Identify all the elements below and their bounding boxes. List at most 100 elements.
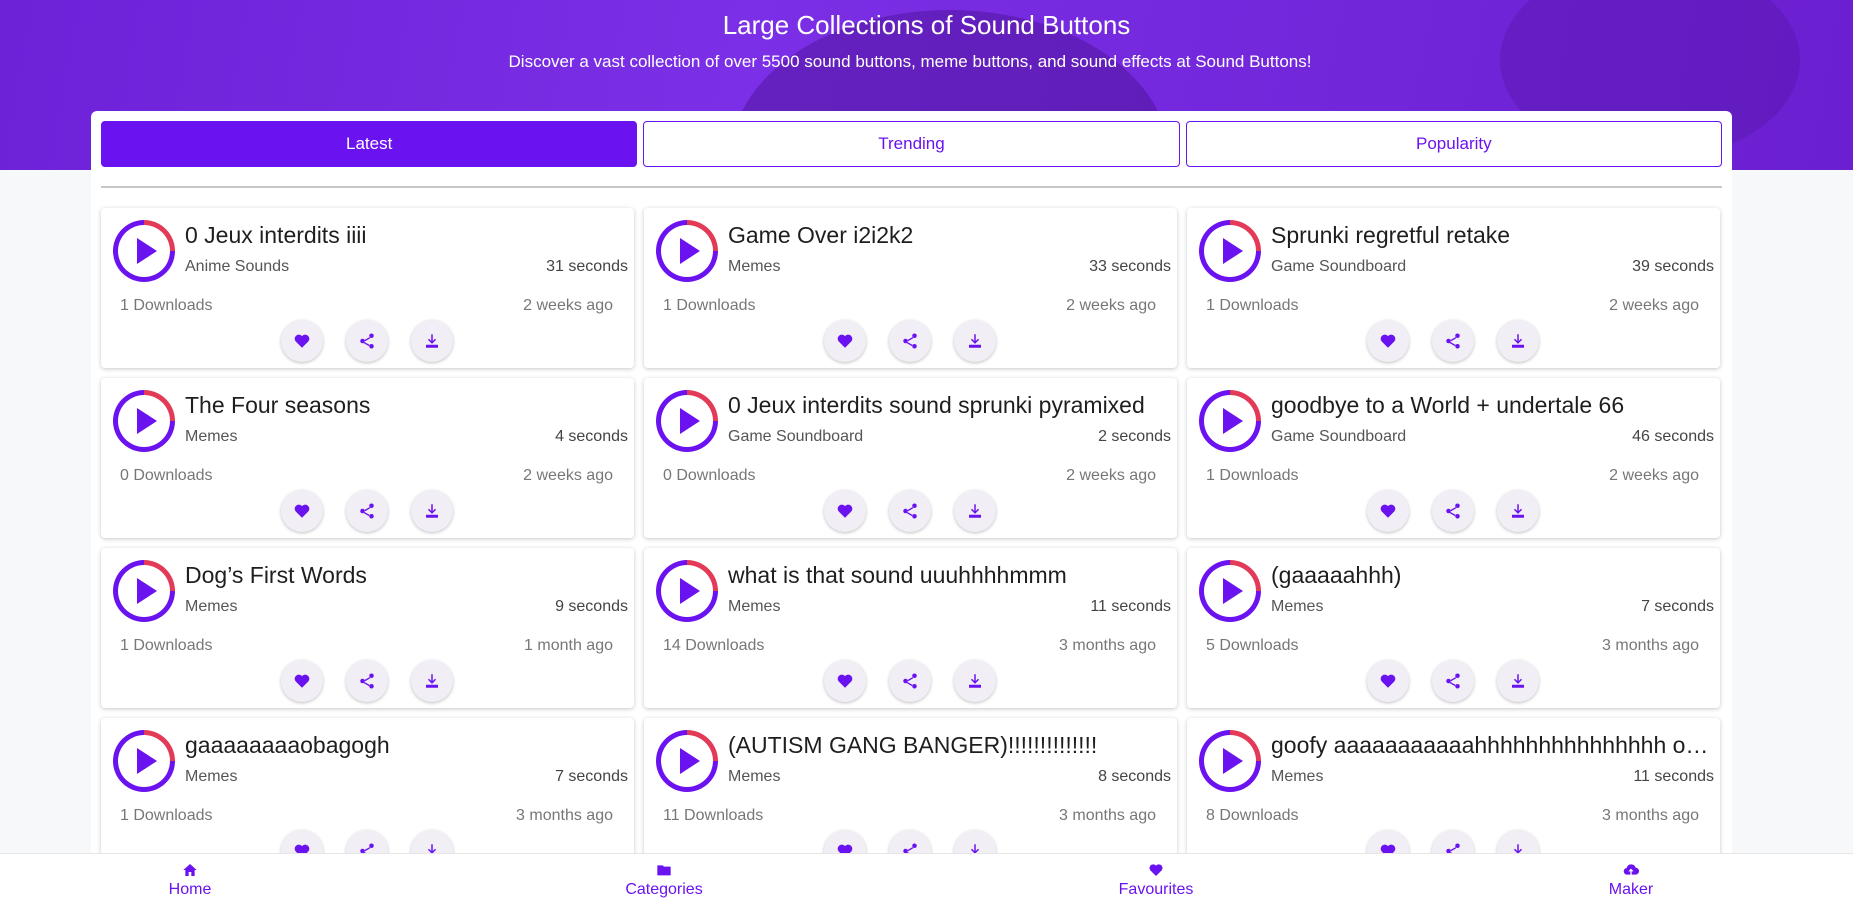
download-icon — [1512, 674, 1524, 688]
favourite-button[interactable] — [824, 490, 866, 532]
play-icon — [679, 578, 700, 604]
play-button[interactable] — [656, 730, 718, 792]
nav-maker[interactable]: Maker — [1561, 862, 1701, 899]
play-button[interactable] — [656, 220, 718, 282]
sound-category[interactable]: Memes — [185, 598, 237, 616]
card-actions — [281, 320, 453, 362]
share-button[interactable] — [346, 660, 388, 702]
sound-grid: 0 Jeux interdits iiii Anime Sounds 31 seco… — [101, 208, 1722, 878]
favourite-button[interactable] — [1367, 490, 1409, 532]
download-button[interactable] — [411, 490, 453, 532]
share-button[interactable] — [889, 660, 931, 702]
favourite-button[interactable] — [824, 320, 866, 362]
play-button[interactable] — [1199, 560, 1261, 622]
sound-title[interactable]: Game Over i2i2k2 — [728, 222, 1168, 249]
download-count: 8 Downloads — [1206, 807, 1299, 824]
sound-title[interactable]: (AUTISM GANG BANGER)!!!!!!!!!!!!!! — [728, 732, 1168, 759]
sound-title[interactable]: Dog’s First Words — [185, 562, 625, 589]
share-button[interactable] — [889, 320, 931, 362]
heart-icon — [1380, 504, 1396, 518]
play-icon — [136, 408, 157, 434]
favourite-button[interactable] — [281, 320, 323, 362]
share-button[interactable] — [1432, 320, 1474, 362]
sound-title[interactable]: 0 Jeux interdits iiii — [185, 222, 625, 249]
sound-title[interactable]: The Four seasons — [185, 392, 625, 419]
sound-category[interactable]: Anime Sounds — [185, 258, 289, 276]
download-icon — [426, 504, 438, 518]
download-button[interactable] — [411, 320, 453, 362]
nav-home[interactable]: Home — [120, 862, 260, 899]
upload-age: 2 weeks ago — [1609, 467, 1699, 484]
sound-card: (gaaaaahhh) Memes 7 seconds 5 Downloads 3 mo… — [1187, 548, 1720, 708]
download-button[interactable] — [1497, 320, 1539, 362]
favourite-button[interactable] — [1367, 320, 1409, 362]
share-button[interactable] — [346, 490, 388, 532]
share-button[interactable] — [1432, 490, 1474, 532]
play-button[interactable] — [656, 560, 718, 622]
share-button[interactable] — [889, 490, 931, 532]
sound-title[interactable]: Sprunki regretful retake — [1271, 222, 1711, 249]
sound-category[interactable]: Memes — [185, 768, 237, 786]
sound-title[interactable]: goodbye to a World + undertale 66 — [1271, 392, 1711, 419]
favourite-button[interactable] — [281, 490, 323, 532]
home-icon — [183, 864, 197, 876]
tab-trending[interactable]: Trending — [643, 121, 1180, 167]
nav-categories[interactable]: Categories — [594, 862, 734, 899]
share-icon — [360, 673, 374, 689]
download-button[interactable] — [954, 490, 996, 532]
upload-age: 3 months ago — [1059, 637, 1156, 654]
play-icon — [1222, 578, 1243, 604]
favourite-button[interactable] — [281, 660, 323, 702]
favourite-button[interactable] — [824, 660, 866, 702]
play-button[interactable] — [113, 390, 175, 452]
download-button[interactable] — [1497, 490, 1539, 532]
share-button[interactable] — [1432, 660, 1474, 702]
sounds-panel: Latest Trending Popularity 0 Jeux interd… — [91, 111, 1732, 907]
sound-title[interactable]: 0 Jeux interdits sound sprunki pyramixed — [728, 392, 1168, 419]
sound-category[interactable]: Game Soundboard — [1271, 428, 1406, 446]
sound-category[interactable]: Memes — [1271, 598, 1323, 616]
download-count: 14 Downloads — [663, 637, 765, 654]
sound-duration: 2 seconds — [1098, 428, 1171, 445]
play-button[interactable] — [113, 730, 175, 792]
sound-category[interactable]: Memes — [728, 768, 780, 786]
sound-category[interactable]: Memes — [1271, 768, 1323, 786]
play-button[interactable] — [113, 220, 175, 282]
play-button[interactable] — [1199, 220, 1261, 282]
play-button[interactable] — [113, 560, 175, 622]
sound-title[interactable]: goofy aaaaaaaaaaahhhhhhhhhhhhhhh oooohhh… — [1271, 732, 1711, 759]
sound-title[interactable]: (gaaaaahhh) — [1271, 562, 1711, 589]
sound-card: what is that sound uuuhhhhmmm Memes 11 sec… — [644, 548, 1177, 708]
upload-age: 2 weeks ago — [523, 297, 613, 314]
sound-title[interactable]: what is that sound uuuhhhhmmm — [728, 562, 1168, 589]
nav-favourites[interactable]: Favourites — [1086, 862, 1226, 899]
sound-duration: 11 seconds — [1633, 768, 1714, 785]
play-button[interactable] — [656, 390, 718, 452]
sound-category[interactable]: Game Soundboard — [1271, 258, 1406, 276]
nav-maker-label: Maker — [1608, 881, 1654, 898]
download-button[interactable] — [411, 660, 453, 702]
download-button[interactable] — [954, 320, 996, 362]
play-icon — [679, 238, 700, 264]
sound-category[interactable]: Memes — [728, 598, 780, 616]
sound-category[interactable]: Memes — [185, 428, 237, 446]
tab-popularity[interactable]: Popularity — [1185, 121, 1722, 167]
sound-duration: 9 seconds — [555, 598, 628, 615]
share-button[interactable] — [346, 320, 388, 362]
sound-category[interactable]: Memes — [728, 258, 780, 276]
download-button[interactable] — [1497, 660, 1539, 702]
card-actions — [281, 490, 453, 532]
download-button[interactable] — [954, 660, 996, 702]
tab-latest[interactable]: Latest — [101, 121, 638, 167]
share-icon — [360, 503, 374, 519]
sound-title[interactable]: gaaaaaaaaobagogh — [185, 732, 625, 759]
play-button[interactable] — [1199, 390, 1261, 452]
upload-age: 3 months ago — [516, 807, 613, 824]
upload-age: 2 weeks ago — [1609, 297, 1699, 314]
download-icon — [426, 334, 438, 348]
play-icon — [136, 748, 157, 774]
sound-category[interactable]: Game Soundboard — [728, 428, 863, 446]
favourite-button[interactable] — [1367, 660, 1409, 702]
play-button[interactable] — [1199, 730, 1261, 792]
nav-home-label: Home — [168, 881, 212, 898]
